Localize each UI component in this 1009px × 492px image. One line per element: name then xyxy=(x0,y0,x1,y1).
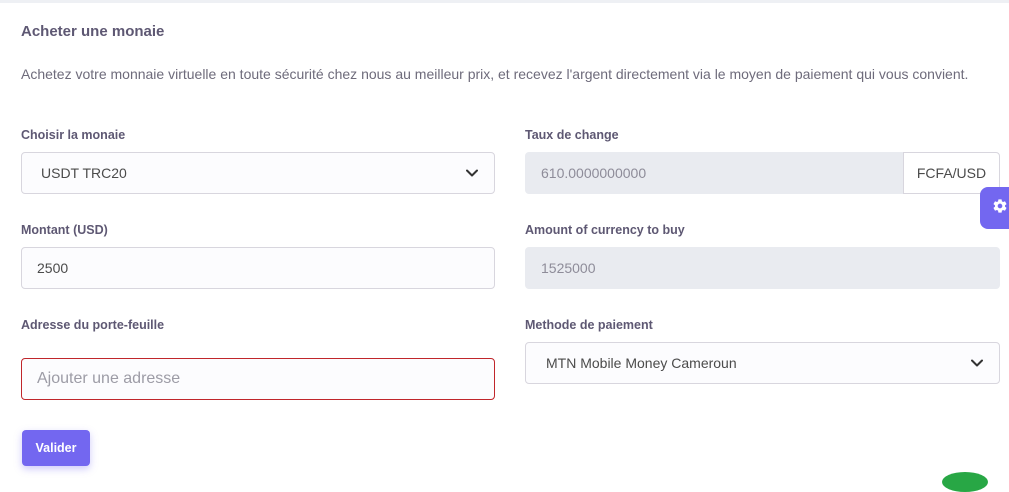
settings-toggle-button[interactable] xyxy=(980,187,1009,229)
card-title: Acheter une monaie xyxy=(21,23,165,40)
currency-label: Choisir la monaie xyxy=(21,128,126,142)
exchange-rate-input: 610.0000000000 xyxy=(525,152,904,194)
payment-method-value: MTN Mobile Money Cameroun xyxy=(546,355,737,371)
amount-label: Montant (USD) xyxy=(21,223,108,237)
amount-input[interactable]: 2500 xyxy=(21,247,495,289)
payment-method-label: Methode de paiement xyxy=(525,318,653,332)
exchange-rate-value: 610.0000000000 xyxy=(541,165,647,181)
wallet-address-placeholder: Ajouter une adresse xyxy=(37,370,181,387)
exchange-rate-label: Taux de change xyxy=(525,128,619,142)
buy-currency-card: Acheter une monaie Achetez votre monnaie… xyxy=(0,3,1009,477)
chat-widget-button[interactable] xyxy=(942,472,988,492)
wallet-address-label: Adresse du porte-feuille xyxy=(21,318,165,332)
chevron-down-icon xyxy=(465,166,479,180)
amount-value: 2500 xyxy=(37,260,69,276)
amount-to-buy-label: Amount of currency to buy xyxy=(525,223,685,237)
currency-select[interactable]: USDT TRC20 xyxy=(21,152,495,194)
card-description: Achetez votre monnaie virtuelle en toute… xyxy=(21,66,969,82)
submit-button[interactable]: Valider xyxy=(22,430,90,466)
gear-icon xyxy=(992,198,1008,219)
wallet-address-input[interactable]: Ajouter une adresse xyxy=(21,358,495,400)
amount-to-buy-value: 1525000 xyxy=(541,260,596,276)
amount-to-buy-input: 1525000 xyxy=(525,247,1000,289)
currency-select-value: USDT TRC20 xyxy=(41,165,127,181)
chevron-down-icon xyxy=(970,356,984,370)
payment-method-select[interactable]: MTN Mobile Money Cameroun xyxy=(525,342,1000,384)
